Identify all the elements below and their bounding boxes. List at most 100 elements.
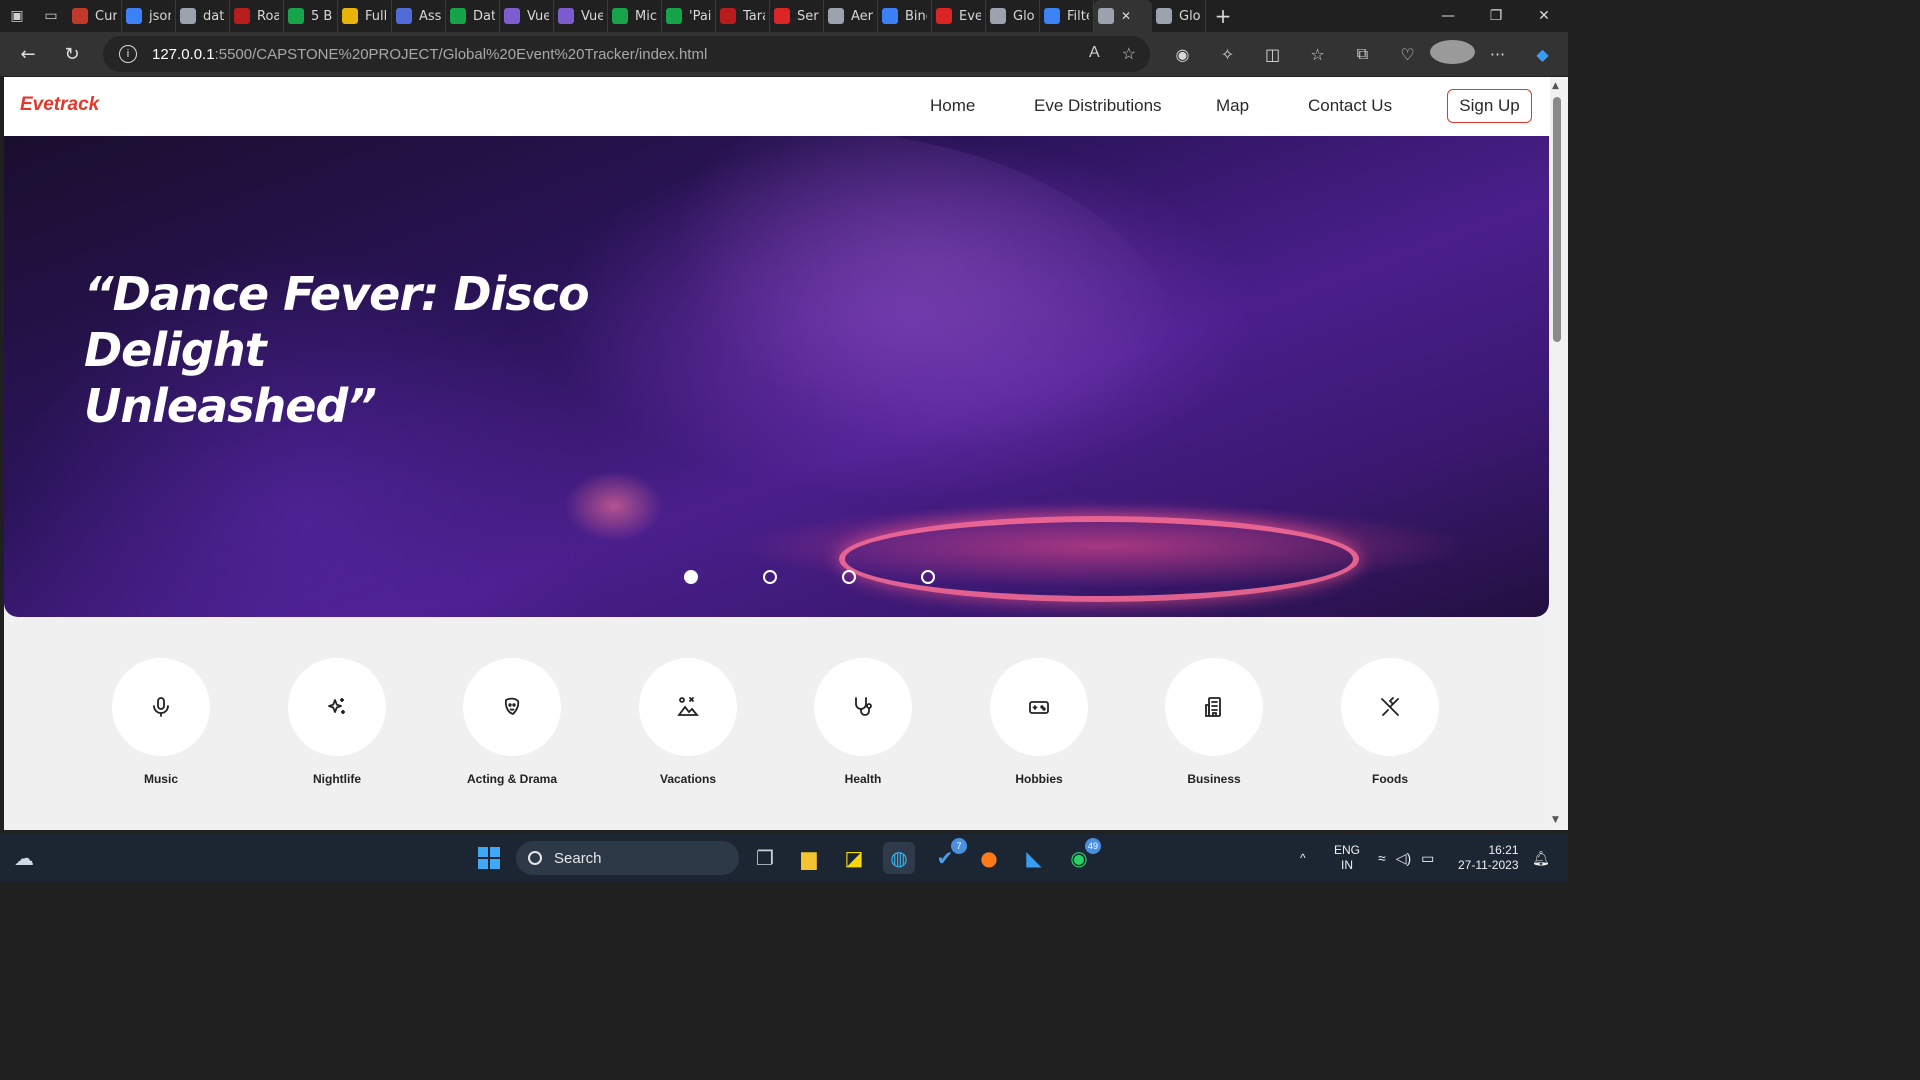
firefox-icon[interactable]: ●: [973, 842, 1005, 874]
browser-tab[interactable]: Micr: [608, 0, 662, 32]
browser-tab[interactable]: Data: [446, 0, 500, 32]
battery-icon[interactable]: ▭: [1421, 850, 1434, 867]
tab-last[interactable]: Glol: [1152, 0, 1206, 32]
tab-label: data: [203, 8, 225, 24]
task-view-icon[interactable]: ❐: [749, 842, 781, 874]
restore-button[interactable]: ❐: [1472, 0, 1520, 32]
carousel-dot[interactable]: [842, 570, 856, 584]
split-screen-icon[interactable]: ◫: [1250, 45, 1295, 64]
beach-vacation-icon: [677, 697, 699, 716]
nav-eve-distributions[interactable]: Eve Distributions: [1034, 96, 1162, 116]
browser-tab[interactable]: Full-: [338, 0, 392, 32]
whatsapp-icon[interactable]: ◉ 49: [1063, 838, 1101, 874]
tab-label: Tara: [743, 8, 765, 24]
workspaces-icon[interactable]: ▣: [0, 0, 34, 32]
nav-contact-us[interactable]: Contact Us: [1308, 96, 1392, 116]
tab-label: Roa: [257, 8, 279, 24]
browser-tab[interactable]: Ever: [932, 0, 986, 32]
system-tray-icons[interactable]: ≈ ◁) ▭: [1378, 834, 1434, 882]
extension-icon[interactable]: ◉: [1160, 45, 1205, 64]
gamepad-icon: [1029, 701, 1049, 714]
tab-favicon-icon: [936, 8, 952, 24]
close-tab-icon[interactable]: ✕: [1121, 9, 1131, 23]
category-circle: [1165, 658, 1263, 756]
close-window-button[interactable]: ✕: [1520, 0, 1568, 32]
category-label: Health: [844, 772, 882, 786]
file-explorer-icon[interactable]: ▆: [793, 842, 825, 874]
category-circle: [463, 658, 561, 756]
browser-tab[interactable]: json: [122, 0, 176, 32]
category-circle: [1341, 658, 1439, 756]
url-host: 127.0.0.1: [152, 45, 215, 63]
tab-label: 5 Be: [311, 8, 333, 24]
browser-tab[interactable]: Glol: [986, 0, 1040, 32]
carousel-dot[interactable]: [684, 570, 698, 584]
language-indicator[interactable]: ENG IN: [1334, 834, 1360, 882]
minimize-button[interactable]: —: [1424, 0, 1472, 32]
scrollbar-thumb[interactable]: [1553, 97, 1561, 342]
back-button[interactable]: ←: [6, 32, 50, 76]
browser-tab[interactable]: Vue: [554, 0, 608, 32]
favorite-star-icon[interactable]: ☆: [1122, 44, 1136, 64]
notification-bell-icon[interactable]: 🔔︎: [1532, 834, 1550, 882]
carousel-dot[interactable]: [921, 570, 935, 584]
browser-tab[interactable]: 'Paic: [662, 0, 716, 32]
wifi-icon[interactable]: ≈: [1378, 850, 1386, 866]
start-button[interactable]: [473, 842, 505, 874]
notification-badge: 49: [1084, 838, 1101, 854]
taskbar-search[interactable]: Search: [516, 841, 739, 875]
browser-tab[interactable]: Roa: [230, 0, 284, 32]
edge-browser-icon[interactable]: ◍: [883, 842, 915, 874]
browser-tab[interactable]: Vue: [500, 0, 554, 32]
browser-tab[interactable]: data: [176, 0, 230, 32]
browser-tab[interactable]: Curr: [68, 0, 122, 32]
profile-avatar[interactable]: [1430, 40, 1475, 68]
tray-overflow-icon[interactable]: ^: [1300, 834, 1306, 882]
address-bar[interactable]: i 127.0.0.1:5500/CAPSTONE%20PROJECT/Glob…: [103, 36, 1150, 72]
hero-carousel: “Dance Fever: Disco Delight Unleashed”: [4, 136, 1549, 617]
browser-tab[interactable]: 5 Be: [284, 0, 338, 32]
browser-tab[interactable]: Aero: [824, 0, 878, 32]
browser-tab[interactable]: Filte: [1040, 0, 1094, 32]
tab-favicon-icon: [558, 8, 574, 24]
carousel-dot[interactable]: [763, 570, 777, 584]
nav-home[interactable]: Home: [930, 96, 975, 116]
site-logo[interactable]: Evetrack: [20, 94, 99, 116]
browser-tab[interactable]: Bing: [878, 0, 932, 32]
scroll-up-arrow[interactable]: ▲: [1552, 81, 1559, 91]
collections-icon[interactable]: ⧉: [1340, 44, 1385, 64]
scroll-down-arrow[interactable]: ▼: [1552, 815, 1559, 825]
nav-map[interactable]: Map: [1216, 96, 1249, 116]
refresh-button[interactable]: ↻: [50, 32, 94, 76]
browser-tab[interactable]: Assi: [392, 0, 446, 32]
tab-favicon-icon: [504, 8, 520, 24]
new-tab-button[interactable]: +: [1206, 4, 1240, 28]
browser-essentials-icon[interactable]: ♡: [1385, 45, 1430, 64]
tab-active[interactable]: ✕: [1094, 0, 1152, 32]
tab-label: Serv: [797, 8, 819, 24]
vscode-icon[interactable]: ◣: [1018, 842, 1050, 874]
page-scrollbar[interactable]: ▲ ▼: [1550, 77, 1568, 830]
tab-favicon-icon: [126, 8, 142, 24]
tab-label: Aero: [851, 8, 873, 24]
read-aloud-icon[interactable]: A: [1089, 44, 1100, 64]
more-menu-icon[interactable]: ···: [1475, 45, 1520, 64]
browser-tab[interactable]: Tara: [716, 0, 770, 32]
sign-up-button[interactable]: Sign Up: [1447, 89, 1532, 123]
category-circle: [639, 658, 737, 756]
copilot-icon[interactable]: ◆: [1520, 45, 1565, 64]
browser-toolbar: ← ↻ i 127.0.0.1:5500/CAPSTONE%20PROJECT/…: [0, 32, 1568, 76]
tab-favicon-icon: [828, 8, 844, 24]
utensils-crossed-icon: [1381, 697, 1399, 716]
extensions-puzzle-icon[interactable]: ✧: [1205, 45, 1250, 64]
favorites-icon[interactable]: ☆: [1295, 45, 1340, 64]
tab-label: Data: [473, 8, 495, 24]
weather-widget-icon[interactable]: ☁: [8, 842, 40, 874]
sticky-notes-icon[interactable]: ◪: [838, 842, 870, 874]
browser-tab[interactable]: Serv: [770, 0, 824, 32]
tab-actions-icon[interactable]: ▭: [34, 0, 68, 32]
clock[interactable]: 16:21 27-11-2023: [1458, 834, 1519, 882]
volume-icon[interactable]: ◁): [1396, 850, 1411, 867]
site-info-icon[interactable]: i: [119, 45, 137, 63]
pinned-app-icon[interactable]: ✔ 7: [929, 838, 967, 874]
